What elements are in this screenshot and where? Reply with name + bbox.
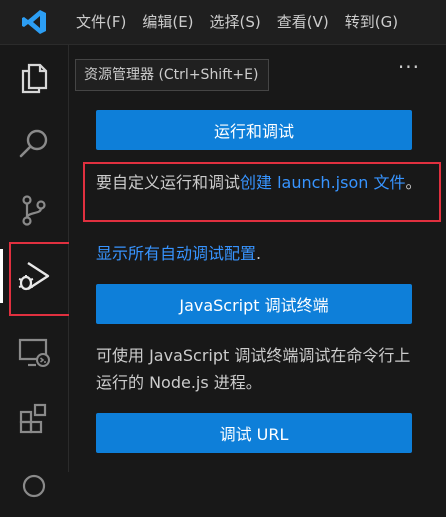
menu-edit[interactable]: 编辑(E)	[134, 0, 201, 44]
menu-selection[interactable]: 选择(S)	[202, 0, 269, 44]
extensions-icon	[19, 403, 47, 434]
menu-view[interactable]: 查看(V)	[269, 0, 337, 44]
js-terminal-description: 可使用 JavaScript 调试终端调试在命令行上运行的 Node.js 进程…	[96, 346, 411, 392]
activity-extensions[interactable]	[0, 385, 68, 451]
explorer-tooltip: 资源管理器 (Ctrl+Shift+E)	[75, 59, 270, 91]
remote-explorer-icon	[18, 338, 50, 367]
show-all-text: 显示所有自动调试配置.	[96, 240, 426, 267]
activity-source-control[interactable]	[0, 177, 68, 243]
more-actions-icon[interactable]: ···	[398, 55, 420, 79]
activity-run-debug[interactable]	[0, 243, 68, 309]
customize-label: 要自定义运行和调试	[96, 173, 241, 192]
debug-url-button[interactable]: 调试 URL	[96, 413, 412, 453]
show-all-suffix: .	[256, 244, 262, 263]
activity-remote-explorer[interactable]	[0, 319, 68, 385]
activity-bar	[0, 45, 69, 498]
menu-file[interactable]: 文件(F)	[68, 0, 134, 44]
vscode-logo-icon[interactable]	[0, 0, 68, 44]
activity-search[interactable]	[0, 111, 68, 177]
run-debug-sidebar: 资源管理器 (Ctrl+Shift+E) ··· 运行和调试 要自定义运行和调试…	[69, 45, 446, 472]
menu-bar: 文件(F) 编辑(E) 选择(S) 查看(V) 转到(G)	[0, 0, 446, 45]
run-and-debug-button[interactable]: 运行和调试	[96, 110, 412, 150]
show-all-configs-link[interactable]: 显示所有自动调试配置	[96, 244, 256, 263]
account-icon	[22, 474, 46, 498]
create-launch-json-link[interactable]: 创建 launch.json 文件	[240, 173, 405, 192]
source-control-icon	[22, 195, 46, 226]
customize-text: 要自定义运行和调试创建 launch.json 文件。	[96, 169, 426, 196]
activity-accounts[interactable]	[0, 451, 68, 517]
search-icon	[19, 129, 48, 158]
menu-go[interactable]: 转到(G)	[337, 0, 406, 44]
customize-suffix: 。	[405, 173, 422, 192]
files-icon	[21, 63, 48, 94]
js-debug-terminal-button[interactable]: JavaScript 调试终端	[96, 284, 412, 324]
activity-explorer[interactable]	[0, 45, 68, 111]
run-debug-icon	[18, 261, 50, 291]
